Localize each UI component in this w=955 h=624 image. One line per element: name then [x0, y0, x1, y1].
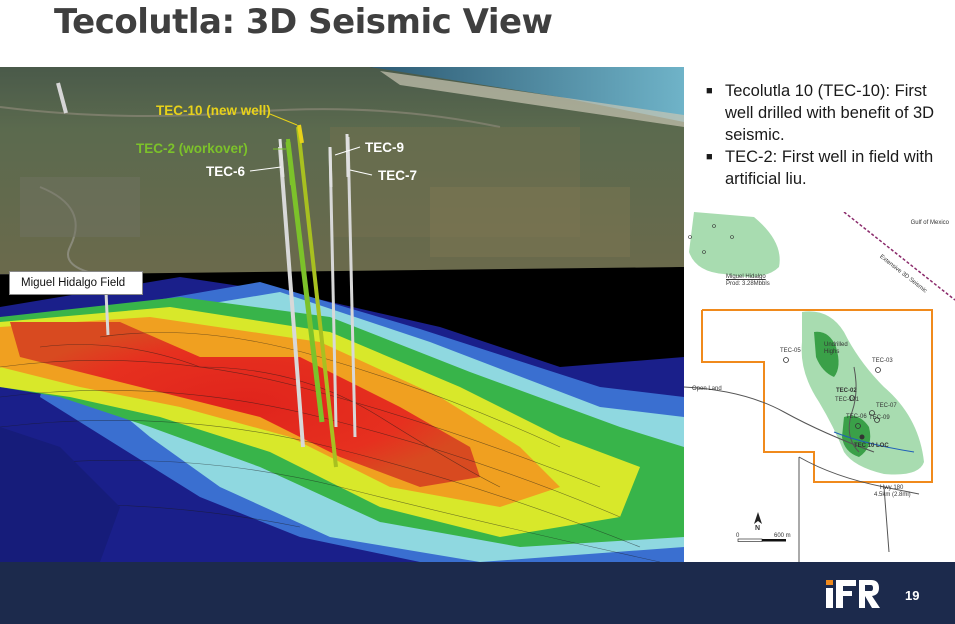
map-gulf-label: Gulf of Mexico: [910, 220, 949, 226]
map-well-tec05: TEC-05: [780, 348, 801, 354]
map-well-tec02: TEC-02: [836, 388, 857, 394]
map-well-tec09: TEC-09: [869, 415, 890, 421]
map-scale-end: 600 m: [774, 533, 791, 539]
bullet-square-icon: ■: [706, 151, 713, 163]
field-label: Miguel Hidalgo Field: [9, 271, 143, 295]
bullet-list: ■ Tecolutla 10 (TEC-10): First well dril…: [706, 80, 946, 190]
well-label-tec6: TEC-6: [206, 164, 246, 179]
well-label-tec7: TEC-7: [378, 168, 418, 183]
map-well-tec06: TEC-06: [846, 414, 867, 420]
well-label-tec10: TEC-10 (new well): [156, 103, 271, 118]
map-well-tec101: TEC-101: [835, 397, 860, 403]
map-scale-start: 0: [736, 533, 740, 539]
map-well-tec10-loc: TEC 10 LOC: [854, 443, 889, 449]
seismic-3d-view: TEC-10 (new well) TEC-2 (workover) TEC-6…: [0, 67, 684, 562]
map-well-tec03: TEC-03: [872, 358, 893, 364]
map-well-tec07: TEC-07: [876, 403, 897, 409]
page-number: 19: [905, 588, 920, 603]
location-map: Gulf of Mexico Extensive 3D Seismic Migu…: [684, 212, 955, 562]
well-label-tec2: TEC-2 (workover): [136, 141, 248, 156]
map-hwy-label: Hwy 180: [880, 485, 904, 491]
bullet-item: ■ TEC-2: First well in field with artifi…: [706, 148, 934, 188]
map-field-prod: Prod: 3.28Mbbls: [726, 281, 770, 287]
bullet-item: ■ Tecolutla 10 (TEC-10): First well dril…: [706, 82, 935, 144]
map-field-name: Miguel Hidalgo: [726, 274, 766, 280]
bullet-square-icon: ■: [706, 85, 713, 97]
map-hwy-dist: 4.5km (2.8mi): [874, 492, 911, 498]
map-north-label: N: [755, 525, 761, 532]
map-undrilled-label: Undrilled Highs: [824, 342, 848, 355]
map-open-land-label: Open Land: [692, 386, 722, 392]
slide-title: Tecolutla: 3D Seismic View: [54, 2, 553, 42]
ifr-logo: [826, 578, 882, 610]
well-label-tec9: TEC-9: [365, 140, 405, 155]
footer-bar: [0, 562, 955, 624]
